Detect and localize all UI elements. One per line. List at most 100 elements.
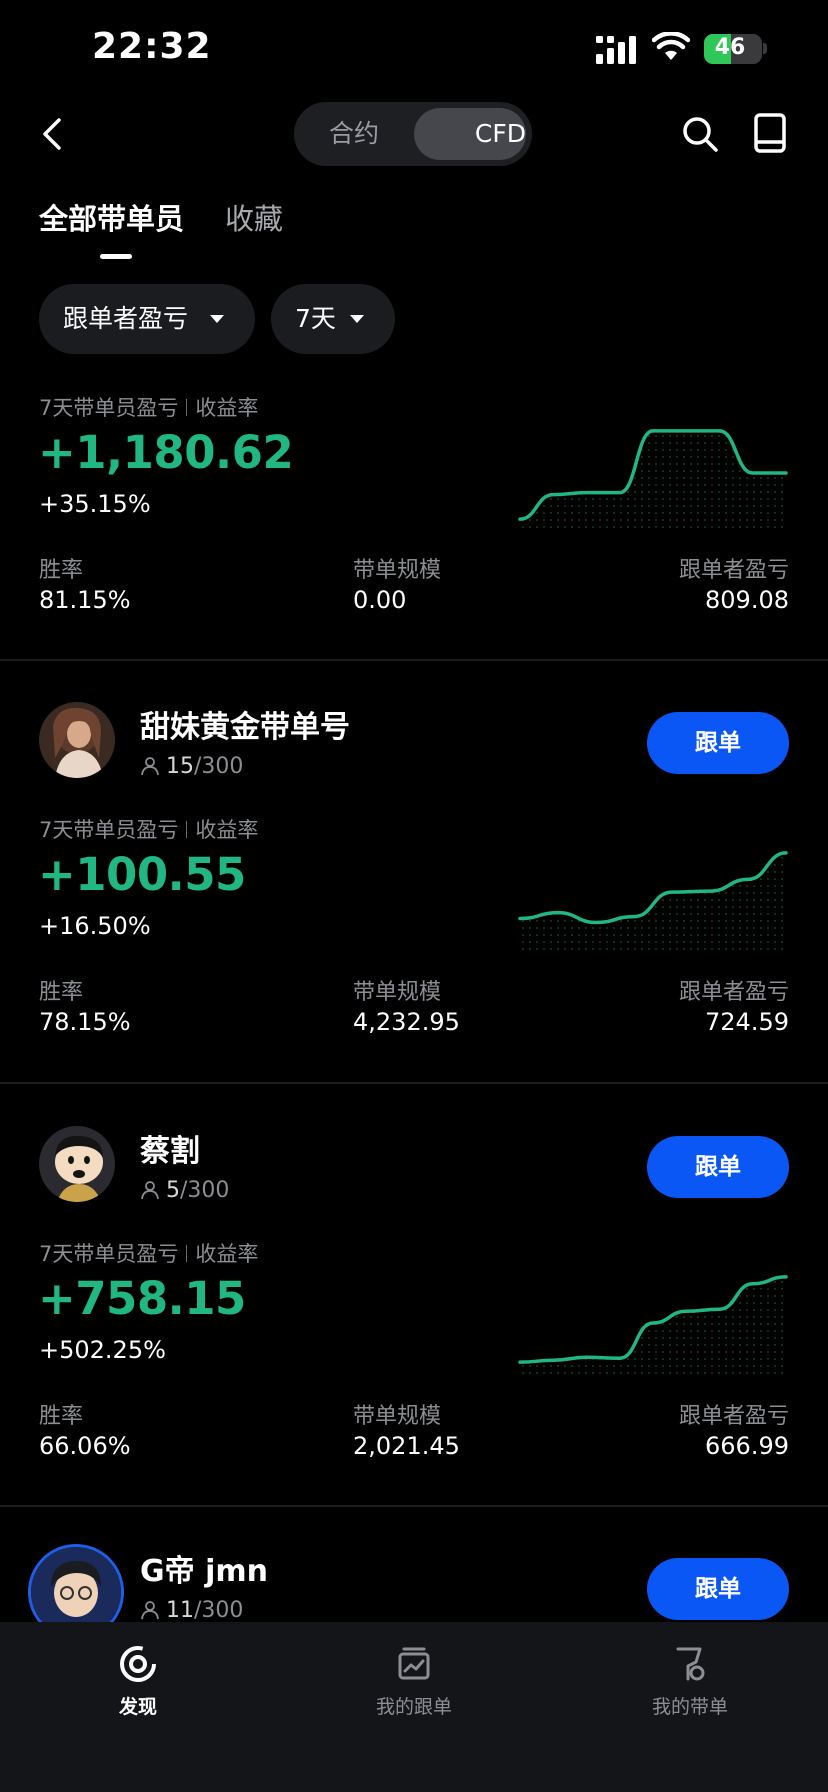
summary-panel: 7天带单员盈亏 收益率 +1,180.62 +35.15% 胜率 81.15% 带…: [0, 380, 828, 660]
win-rate-label: 胜率: [39, 1404, 84, 1429]
pnl-caption-text: 7天带单员盈亏: [39, 396, 179, 420]
rate-caption-text: 收益率: [195, 818, 259, 842]
scale-value: 2,021.45: [353, 1432, 460, 1460]
follower-pnl-value: 666.99: [705, 1432, 789, 1460]
followers-current: 5: [166, 1178, 180, 1203]
followers-current: 15: [166, 754, 194, 779]
trader-rate: +16.50%: [39, 912, 151, 940]
battery-icon: 46: [704, 34, 762, 64]
follower-count: 15/300: [140, 754, 243, 779]
trader-sparkline: [518, 851, 788, 952]
win-rate-label: 胜率: [39, 980, 84, 1005]
scale-value: 0.00: [353, 586, 407, 614]
follower-pnl-label: 跟单者盈亏: [678, 980, 789, 1005]
book-icon[interactable]: [752, 112, 788, 154]
trader-card[interactable]: 蔡割 5/300 跟单 7天带单员盈亏 收益率 +758.15 +502.25% …: [0, 1086, 828, 1506]
trader-pnl: +100.55: [38, 848, 246, 901]
wifi-icon: [652, 32, 690, 60]
trader-name: G帝 jmn: [140, 1554, 268, 1589]
market-type-switch: 合约 CFD: [294, 102, 532, 166]
follower-pnl-label: 跟单者盈亏: [678, 1404, 789, 1429]
scale-label: 带单规模: [353, 1404, 442, 1429]
rate-caption-text: 收益率: [195, 396, 259, 420]
caption-separator: [186, 821, 188, 838]
summary-rate: +35.15%: [39, 490, 151, 518]
status-bar: 22:32 46: [0, 0, 828, 100]
followers-max: /300: [194, 1598, 244, 1622]
nav-label: 发现: [118, 1696, 157, 1718]
follow-button[interactable]: 跟单: [647, 1136, 789, 1198]
filter-row: 跟单者盈亏 7天: [0, 284, 828, 354]
trader-card[interactable]: 甜妹黄金带单号 15/300 跟单 7天带单员盈亏 收益率 +100.55 +16…: [0, 662, 828, 1082]
follower-pnl-label: 跟单者盈亏: [678, 558, 789, 583]
period-filter-label: 7天: [295, 304, 336, 333]
tab-all-traders[interactable]: 全部带单员: [39, 196, 184, 238]
followers-current: 11: [166, 1598, 194, 1622]
search-icon[interactable]: [680, 114, 720, 154]
trader-card[interactable]: G帝 jmn 11/300 跟单: [0, 1508, 828, 1622]
avatar[interactable]: [39, 702, 115, 778]
follow-button[interactable]: 跟单: [647, 712, 789, 774]
follower-count: 11/300: [140, 1598, 243, 1622]
caption-separator: [186, 399, 188, 416]
follower-pnl-value: 809.08: [705, 586, 789, 614]
scale-label: 带单规模: [353, 980, 442, 1005]
followers-max: /300: [194, 754, 244, 779]
copy-trade-icon: [398, 1647, 430, 1680]
win-rate-value: 66.06%: [39, 1432, 131, 1460]
trader-name: 蔡割: [140, 1134, 200, 1169]
caption-separator: [186, 1245, 188, 1262]
segment-contract[interactable]: 合约: [300, 108, 408, 160]
nav-my-copy-trades[interactable]: 我的跟单: [334, 1644, 494, 1719]
lead-trade-icon: [676, 1647, 705, 1681]
pnl-caption: 7天带单员盈亏 收益率: [39, 392, 258, 422]
sparkline-area: [520, 430, 786, 530]
win-rate-label: 胜率: [39, 558, 84, 583]
bottom-nav: 发现 我的跟单 我的带单: [0, 1622, 828, 1792]
win-rate-value: 81.15%: [39, 586, 131, 614]
discover-icon: [120, 1646, 156, 1682]
signal-icon: [596, 36, 636, 64]
period-filter-chip[interactable]: 7天: [271, 284, 395, 354]
follower-pnl-value: 724.59: [705, 1008, 789, 1036]
trader-pnl: +758.15: [38, 1272, 246, 1325]
nav-bar: 合约 CFD: [0, 100, 828, 168]
sort-filter-label: 跟单者盈亏: [63, 304, 189, 333]
battery-text: 46: [714, 35, 746, 60]
follow-button[interactable]: 跟单: [647, 1558, 789, 1620]
trader-rate: +502.25%: [39, 1336, 166, 1364]
summary-sparkline: [518, 429, 788, 530]
scale-label: 带单规模: [353, 558, 442, 583]
nav-my-lead-trades[interactable]: 我的带单: [610, 1644, 770, 1719]
win-rate-value: 78.15%: [39, 1008, 131, 1036]
scale-value: 4,232.95: [353, 1008, 460, 1036]
caret-down-icon: [210, 315, 224, 323]
nav-label: 我的带单: [651, 1696, 728, 1718]
trader-sparkline: [518, 1275, 788, 1376]
tab-favorites[interactable]: 收藏: [225, 196, 283, 238]
pnl-caption-text: 7天带单员盈亏: [39, 818, 179, 842]
person-icon: [141, 1601, 159, 1620]
person-icon: [141, 1181, 159, 1200]
divider: [0, 1505, 828, 1507]
back-button[interactable]: [32, 112, 76, 156]
battery-cap: [763, 43, 767, 54]
sort-filter-chip[interactable]: 跟单者盈亏: [39, 284, 255, 354]
person-icon: [141, 757, 159, 776]
nav-discover[interactable]: 发现: [58, 1644, 218, 1719]
status-time: 22:32: [92, 26, 212, 67]
trader-name: 甜妹黄金带单号: [140, 710, 350, 745]
divider: [0, 659, 828, 661]
caret-down-icon: [350, 315, 364, 323]
follower-count: 5/300: [140, 1178, 229, 1203]
avatar[interactable]: [28, 1544, 124, 1622]
rate-caption-text: 收益率: [195, 1242, 259, 1266]
nav-label: 我的跟单: [375, 1696, 452, 1718]
pnl-caption: 7天带单员盈亏 收益率: [39, 814, 258, 844]
followers-max: /300: [180, 1178, 230, 1203]
segment-cfd[interactable]: CFD: [414, 108, 526, 160]
pnl-caption: 7天带单员盈亏 收益率: [39, 1238, 258, 1268]
pnl-caption-text: 7天带单员盈亏: [39, 1242, 179, 1266]
avatar[interactable]: [39, 1126, 115, 1202]
trader-tabs: 全部带单员 收藏: [0, 196, 828, 266]
